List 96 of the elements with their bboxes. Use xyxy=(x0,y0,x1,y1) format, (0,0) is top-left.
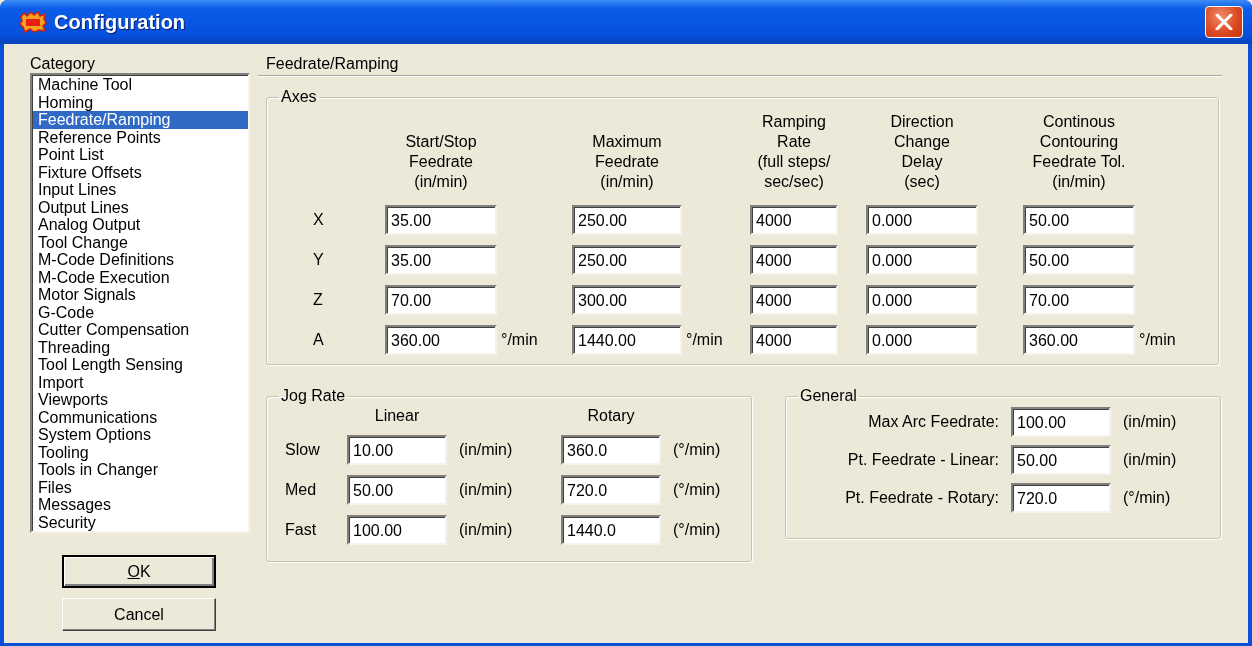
group-title: Jog Rate xyxy=(280,387,347,405)
ok-button[interactable]: OK xyxy=(62,555,216,588)
input-field[interactable]: 50.00 xyxy=(1011,445,1111,475)
row-label: Fast xyxy=(284,521,318,539)
list-item[interactable]: Cutter Compensation xyxy=(33,321,248,339)
close-icon xyxy=(1215,14,1233,30)
list-item[interactable]: Viewports xyxy=(33,391,248,409)
list-item[interactable]: System Options xyxy=(33,426,248,444)
input-field[interactable]: 360.0 xyxy=(561,435,661,465)
column-header: Rotary xyxy=(586,407,636,425)
input-field[interactable]: 250.00 xyxy=(572,245,682,275)
column-header: Continous Contouring Feedrate Tol. (in/min) xyxy=(1031,112,1127,192)
input-field[interactable]: 360.00 xyxy=(1023,325,1135,355)
category-list[interactable] xyxy=(30,73,250,533)
input-field[interactable]: 4000 xyxy=(750,285,838,315)
column-header: Direction Change Delay (sec) xyxy=(889,112,955,192)
unit-label: °/min xyxy=(685,331,724,349)
axis-label: A xyxy=(312,331,325,349)
input-field[interactable]: 0.000 xyxy=(866,325,978,355)
list-item[interactable]: Input Lines xyxy=(33,181,248,199)
unit-label: (°/min) xyxy=(672,441,722,459)
input-field[interactable]: 100.00 xyxy=(347,515,447,545)
cancel-button[interactable]: Cancel xyxy=(62,598,216,631)
unit-label: (°/min) xyxy=(672,521,722,539)
input-field[interactable]: 360.00 xyxy=(385,325,497,355)
list-item[interactable]: Tooling xyxy=(33,443,248,461)
list-item[interactable]: Import xyxy=(33,373,248,391)
list-item[interactable]: Homing xyxy=(33,93,248,111)
unit-label: (in/min) xyxy=(1122,451,1178,469)
list-item[interactable]: Files xyxy=(33,478,248,496)
list-label: Category xyxy=(30,54,96,74)
list-item[interactable]: Analog Output xyxy=(33,216,248,234)
input-field[interactable]: 720.0 xyxy=(1011,483,1111,513)
list-item[interactable]: Feedrate/Ramping xyxy=(33,111,248,129)
list-item[interactable]: Machine Tool xyxy=(33,76,248,94)
input-field[interactable]: 4000 xyxy=(750,205,838,235)
unit-label: (in/min) xyxy=(1122,413,1178,431)
group-title: Axes xyxy=(280,88,318,106)
unit-label: (in/min) xyxy=(458,441,514,459)
input-field[interactable]: 1440.00 xyxy=(572,325,682,355)
input-field[interactable]: 0.000 xyxy=(866,245,978,275)
app-icon xyxy=(19,11,47,33)
input-field[interactable]: 70.00 xyxy=(1023,285,1135,315)
list-item[interactable]: G-Code xyxy=(33,303,248,321)
unit-label: (°/min) xyxy=(1122,489,1172,507)
axis-label: Y xyxy=(312,251,325,269)
list-item[interactable]: Output Lines xyxy=(33,198,248,216)
list-item[interactable]: Point List xyxy=(33,146,248,164)
column-header: Ramping Rate (full steps/ sec/sec) xyxy=(756,112,832,192)
column-header: Start/Stop Feedrate (in/min) xyxy=(404,132,478,192)
input-field[interactable]: 70.00 xyxy=(385,285,497,315)
window-title: Configuration xyxy=(54,10,187,34)
axis-label: X xyxy=(312,211,325,229)
unit-label: (in/min) xyxy=(458,481,514,499)
field-label: Max Arc Feedrate: xyxy=(867,413,1000,431)
input-field[interactable]: 250.00 xyxy=(572,205,682,235)
axis-label: Z xyxy=(312,291,324,309)
input-field[interactable]: 100.00 xyxy=(1011,407,1111,437)
column-header: Linear xyxy=(373,407,421,425)
group-title: General xyxy=(799,387,858,405)
list-item[interactable]: Communications xyxy=(33,408,248,426)
input-field[interactable]: 4000 xyxy=(750,245,838,275)
input-field[interactable]: 4000 xyxy=(750,325,838,355)
list-item[interactable]: Security xyxy=(33,513,248,531)
input-field[interactable]: 50.00 xyxy=(1023,205,1135,235)
input-field[interactable]: 35.00 xyxy=(385,245,497,275)
list-item[interactable]: Motor Signals xyxy=(33,286,248,304)
input-field[interactable]: 1440.0 xyxy=(561,515,661,545)
list-item[interactable]: Threading xyxy=(33,338,248,356)
list-item[interactable]: Tool Change xyxy=(33,233,248,251)
unit-label: °/min xyxy=(1138,331,1177,349)
list-item[interactable]: Tools in Changer xyxy=(33,461,248,479)
input-field[interactable]: 50.00 xyxy=(347,475,447,505)
list-item[interactable]: Tool Length Sensing xyxy=(33,356,248,374)
input-field[interactable]: 720.0 xyxy=(561,475,661,505)
field-label: Pt. Feedrate - Rotary: xyxy=(844,489,1000,507)
unit-label: (°/min) xyxy=(672,481,722,499)
input-field[interactable]: 50.00 xyxy=(1023,245,1135,275)
input-field[interactable]: 10.00 xyxy=(347,435,447,465)
input-field[interactable]: 300.00 xyxy=(572,285,682,315)
row-label: Slow xyxy=(284,441,321,459)
unit-label: °/min xyxy=(500,331,539,349)
panel-title: Feedrate/Ramping xyxy=(258,53,1222,76)
list-item[interactable]: M-Code Definitions xyxy=(33,251,248,269)
row-label: Med xyxy=(284,481,318,499)
close-button[interactable] xyxy=(1205,6,1243,38)
input-field[interactable]: 0.000 xyxy=(866,285,978,315)
list-item[interactable]: Fixture Offsets xyxy=(33,163,248,181)
list-item[interactable]: Messages xyxy=(33,496,248,514)
unit-label: (in/min) xyxy=(458,521,514,539)
input-field[interactable]: 35.00 xyxy=(385,205,497,235)
column-header: Maximum Feedrate (in/min) xyxy=(591,132,663,192)
field-label: Pt. Feedrate - Linear: xyxy=(846,451,1000,469)
list-item[interactable]: M-Code Execution xyxy=(33,268,248,286)
list-item[interactable]: Reference Points xyxy=(33,128,248,146)
input-field[interactable]: 0.000 xyxy=(866,205,978,235)
